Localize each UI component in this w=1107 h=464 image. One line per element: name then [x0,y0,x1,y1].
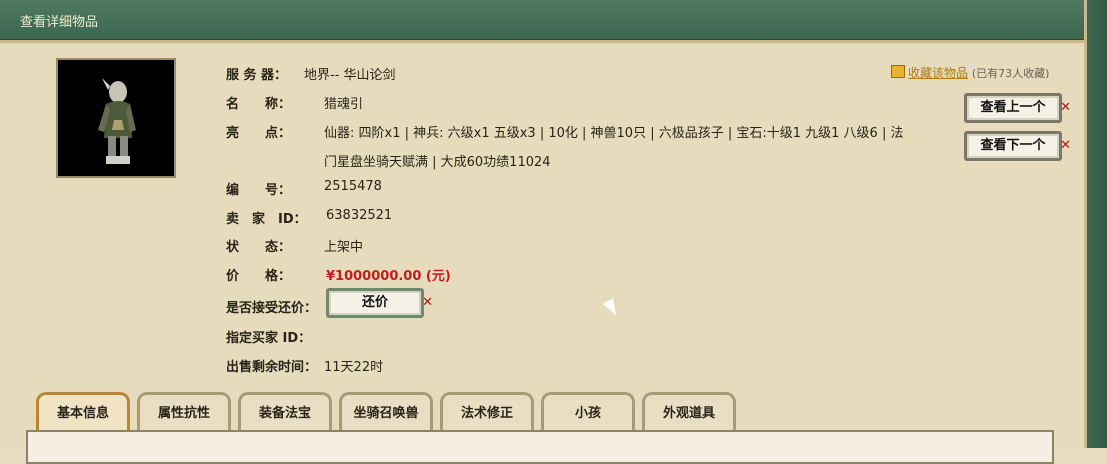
buyer-label: 指定买家 ID： [226,331,312,346]
button-ornament-icon: ✕ [1060,138,1071,153]
counter-offer-button[interactable]: 还价 ✕ [326,288,433,318]
tab-mounts-summons[interactable]: 坐骑召唤兽 [339,392,433,433]
favorite-area: 收藏该物品 (已有73人收藏) [891,64,1049,81]
next-item-button[interactable]: 查看下一个 ✕ [964,131,1071,161]
tab-basic-info[interactable]: 基本信息 [36,392,130,433]
server-value: 地界-- 华山论剑 [304,68,396,83]
character-avatar [56,58,176,178]
tab-content-area [26,430,1054,464]
window-titlebar: 查看详细物品 [0,0,1084,43]
next-item-label: 查看下一个 [980,138,1046,153]
tab-children[interactable]: 小孩 [541,392,635,433]
favorite-link[interactable]: 收藏该物品 [908,66,968,80]
tab-spell-mods[interactable]: 法术修正 [440,392,534,433]
time-left-label: 出售剩余时间： [226,360,318,375]
name-value: 猎魂引 [324,97,364,112]
status-value: 上架中 [324,240,364,255]
highlights-label: 亮 点： [226,126,292,141]
prev-item-label: 查看上一个 [980,100,1046,115]
price-value: ¥1000000.00 (元) [326,269,451,284]
prev-item-button[interactable]: 查看上一个 ✕ [964,93,1071,123]
button-ornament-icon: ✕ [1060,100,1071,115]
seller-id-value: 63832521 [326,208,393,223]
tab-attributes[interactable]: 属性抗性 [137,392,231,433]
highlights-line-2: 门星盘坐骑天赋满 | 大成60功绩11024 [324,155,551,170]
status-label: 状 态： [226,240,292,255]
number-value: 2515478 [324,179,382,194]
favorite-count: (已有73人收藏) [971,67,1050,80]
server-label: 服 务 器： [226,68,288,83]
character-figure-icon [58,60,174,176]
time-left-value: 11天22时 [324,360,384,375]
button-ornament-icon: ✕ [422,295,433,310]
tab-equipment[interactable]: 装备法宝 [238,392,332,433]
name-label: 名 称： [226,97,292,112]
favorite-folder-icon [891,65,905,78]
tab-appearance[interactable]: 外观道具 [642,392,736,433]
window-right-border [1084,0,1107,448]
counter-offer-button-label: 还价 [361,295,388,310]
counter-offer-label: 是否接受还价： [226,301,318,316]
window-title: 查看详细物品 [20,15,99,30]
number-label: 编 号： [226,183,292,198]
highlights-line-1: 仙器: 四阶x1 | 神兵: 六级x1 五级x3 | 10化 | 神兽10只 |… [324,126,904,141]
price-label: 价 格： [226,269,292,284]
seller-label: 卖 家 ID： [226,212,307,227]
